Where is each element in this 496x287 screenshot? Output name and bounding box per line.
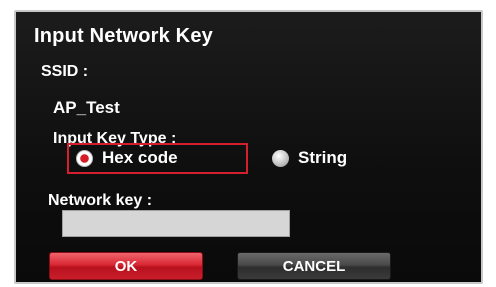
ssid-label: SSID : [41,63,89,80]
string-label[interactable]: String [298,148,347,168]
cancel-button[interactable]: CANCEL [237,252,391,280]
network-key-dialog: Input Network Key SSID : AP_Test Input K… [14,10,483,284]
network-key-input[interactable] [62,210,290,237]
dialog-title: Input Network Key [34,25,213,47]
string-radio-icon[interactable] [272,150,289,167]
network-key-label: Network key : [48,192,153,209]
ssid-value: AP_Test [53,98,120,117]
ok-button[interactable]: OK [49,252,203,280]
hex-code-radio-icon[interactable] [76,150,93,167]
hex-code-label[interactable]: Hex code [102,148,178,168]
